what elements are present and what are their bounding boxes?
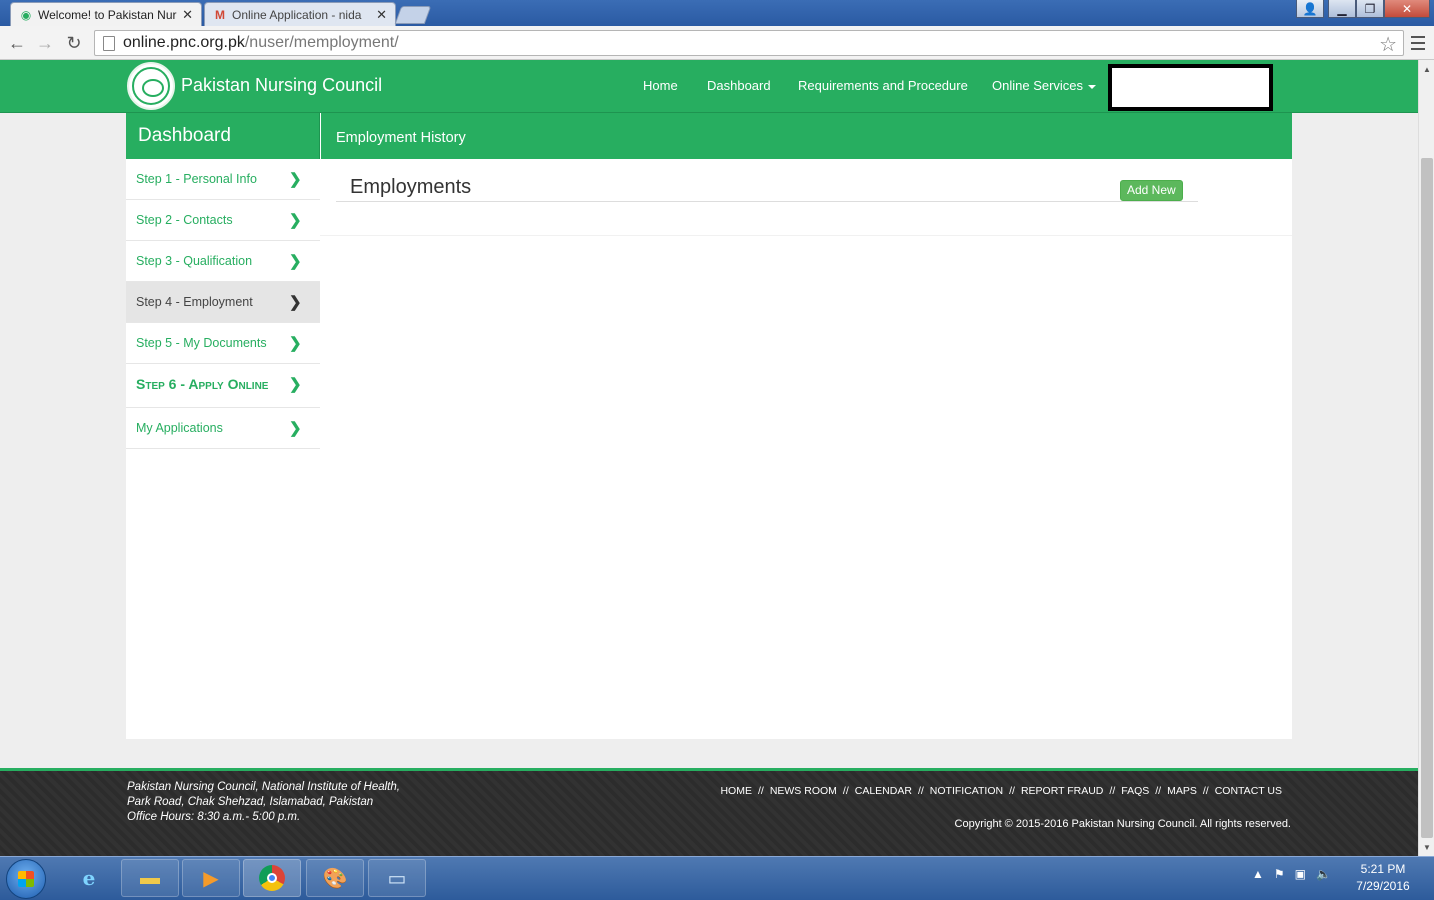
sidebar-item-label: My Applications <box>136 421 223 435</box>
close-icon[interactable]: ✕ <box>182 7 193 23</box>
sidebar-item-label: Step 3 - Qualification <box>136 254 253 268</box>
footer-link-home[interactable]: HOME <box>720 785 752 797</box>
back-arrow-icon[interactable]: ← <box>6 32 28 54</box>
nav-dashboard[interactable]: Dashboard <box>707 78 771 93</box>
sidebar-item-my-applications[interactable]: My Applications ❯ <box>126 408 320 449</box>
footer-link-report-fraud[interactable]: REPORT FRAUD <box>1021 785 1103 797</box>
pnc-logo[interactable] <box>127 62 175 110</box>
copyright-text: Copyright © 2015-2016 Pakistan Nursing C… <box>954 818 1291 830</box>
minimize-button[interactable]: ▁ <box>1328 0 1356 18</box>
user-profile-icon[interactable]: 👤 <box>1296 0 1324 18</box>
address-bar[interactable]: online.pnc.org.pk/nuser/memployment/ ☆ <box>94 30 1404 56</box>
close-window-button[interactable]: ✕ <box>1384 0 1430 18</box>
footer-link-notification[interactable]: NOTIFICATION <box>930 785 1003 797</box>
caret-down-icon <box>1088 84 1097 89</box>
footer-links: HOME//NEWS ROOM//CALENDAR//NOTIFICATION /… <box>720 785 1282 797</box>
browser-tab-active[interactable]: ◉ Welcome! to Pakistan Nur ✕ <box>10 2 202 26</box>
show-hidden-icons-icon[interactable]: ▲ <box>1252 867 1264 881</box>
volume-muted-icon[interactable]: 🔈 <box>1316 867 1331 881</box>
sidebar-item-employment[interactable]: Step 4 - Employment ❯ <box>126 282 320 323</box>
network-icon[interactable]: ▣ <box>1295 867 1306 881</box>
footer-address: Pakistan Nursing Council, National Insti… <box>127 781 400 823</box>
sidebar-item-label: Step 1 - Personal Info <box>136 172 257 186</box>
browser-tab-gmail[interactable]: M Online Application - nida ✕ <box>204 2 396 26</box>
system-clock[interactable]: 5:21 PM 7/29/2016 <box>1348 861 1418 895</box>
chevron-right-icon: ❯ <box>289 420 302 437</box>
scroll-up-arrow-icon[interactable]: ▲ <box>1419 62 1434 76</box>
footer-link-maps[interactable]: MAPS <box>1167 785 1197 797</box>
site-header: Pakistan Nursing Council Home Dashboard … <box>0 60 1418 113</box>
content-container: Dashboard Step 1 - Personal Info ❯ Step … <box>126 113 1292 739</box>
sidebar-item-my-documents[interactable]: Step 5 - My Documents ❯ <box>126 323 320 364</box>
new-tab-button[interactable] <box>394 6 432 24</box>
sidebar-item-label: Step 2 - Contacts <box>136 213 233 227</box>
sidebar-title: Dashboard <box>126 113 320 159</box>
sidebar-item-label: Step 5 - My Documents <box>136 336 267 350</box>
system-tray: ▲ ⚑ ▣ 🔈 <box>1252 867 1331 881</box>
maximize-button[interactable]: ❐ <box>1356 0 1384 18</box>
gmail-icon: M <box>215 7 225 22</box>
url-text: online.pnc.org.pk/nuser/memployment/ <box>123 34 399 51</box>
sidebar-item-contacts[interactable]: Step 2 - Contacts ❯ <box>126 200 320 241</box>
windows-taskbar: e ▬ ▶ 🎨 ▭ ▲ ⚑ ▣ 🔈 5:21 PM 7/29/2016 <box>0 856 1434 900</box>
main-panel: Employment History Employments Add New <box>320 113 1292 739</box>
dashboard-sidebar: Dashboard Step 1 - Personal Info ❯ Step … <box>126 113 320 739</box>
media-player-icon[interactable]: ▶ <box>182 859 240 897</box>
divider <box>336 201 1198 202</box>
nav-home[interactable]: Home <box>643 78 678 93</box>
reload-icon[interactable]: ↻ <box>63 32 85 54</box>
page-scrollbar[interactable]: ▲ ▼ <box>1418 60 1434 856</box>
sidebar-item-label: Step 4 - Employment <box>136 295 253 309</box>
sidebar-item-qualification[interactable]: Step 3 - Qualification ❯ <box>126 241 320 282</box>
chevron-right-icon: ❯ <box>289 335 302 352</box>
footer-link-contact-us[interactable]: CONTACT US <box>1215 785 1282 797</box>
chevron-right-icon: ❯ <box>289 376 302 393</box>
tab-title: Online Application - nida <box>232 7 362 22</box>
snipping-tool-icon[interactable]: ▭ <box>368 859 426 897</box>
page-icon <box>103 35 115 51</box>
browser-tabstrip: ◉ Welcome! to Pakistan Nur ✕ M Online Ap… <box>0 0 1434 26</box>
close-icon[interactable]: ✕ <box>376 7 387 23</box>
footer-link-faqs[interactable]: FAQS <box>1121 785 1149 797</box>
chevron-right-icon: ❯ <box>289 212 302 229</box>
divider <box>320 235 1292 236</box>
sidebar-item-personal-info[interactable]: Step 1 - Personal Info ❯ <box>126 159 320 200</box>
internet-explorer-icon[interactable]: e <box>60 859 118 897</box>
section-header: Employment History <box>320 113 1292 159</box>
forward-arrow-icon[interactable]: → <box>34 32 56 54</box>
site-brand[interactable]: Pakistan Nursing Council <box>181 75 382 96</box>
pnc-favicon-icon: ◉ <box>20 7 32 22</box>
sidebar-item-label: Step 6 - Apply Online <box>136 376 269 392</box>
redacted-user-box <box>1108 64 1273 111</box>
add-new-button[interactable]: Add New <box>1120 180 1183 201</box>
chevron-right-icon: ❯ <box>289 253 302 270</box>
scroll-down-arrow-icon[interactable]: ▼ <box>1419 840 1434 854</box>
file-explorer-icon[interactable]: ▬ <box>121 859 179 897</box>
footer-link-calendar[interactable]: CALENDAR <box>855 785 912 797</box>
nav-online-services[interactable]: Online Services <box>992 78 1097 93</box>
footer-link-news-room[interactable]: NEWS ROOM <box>770 785 837 797</box>
chevron-right-icon: ❯ <box>289 294 302 311</box>
chevron-right-icon: ❯ <box>289 171 302 188</box>
chrome-icon[interactable] <box>243 859 301 897</box>
scrollbar-thumb[interactable] <box>1421 158 1433 838</box>
site-footer: Pakistan Nursing Council, National Insti… <box>0 768 1418 856</box>
page-viewport: Pakistan Nursing Council Home Dashboard … <box>0 60 1418 856</box>
tab-title: Welcome! to Pakistan Nur <box>38 7 177 22</box>
browser-menu-icon[interactable] <box>1408 32 1428 54</box>
start-button[interactable] <box>6 859 46 899</box>
page-title: Employments <box>350 176 472 198</box>
nav-requirements[interactable]: Requirements and Procedure <box>798 78 968 93</box>
paint-icon[interactable]: 🎨 <box>306 859 364 897</box>
browser-toolbar: ← → ↻ online.pnc.org.pk/nuser/memploymen… <box>0 26 1434 60</box>
sidebar-item-apply-online[interactable]: Step 6 - Apply Online ❯ <box>126 364 320 408</box>
bookmark-star-icon[interactable]: ☆ <box>1379 32 1397 57</box>
action-center-flag-icon[interactable]: ⚑ <box>1274 867 1285 881</box>
